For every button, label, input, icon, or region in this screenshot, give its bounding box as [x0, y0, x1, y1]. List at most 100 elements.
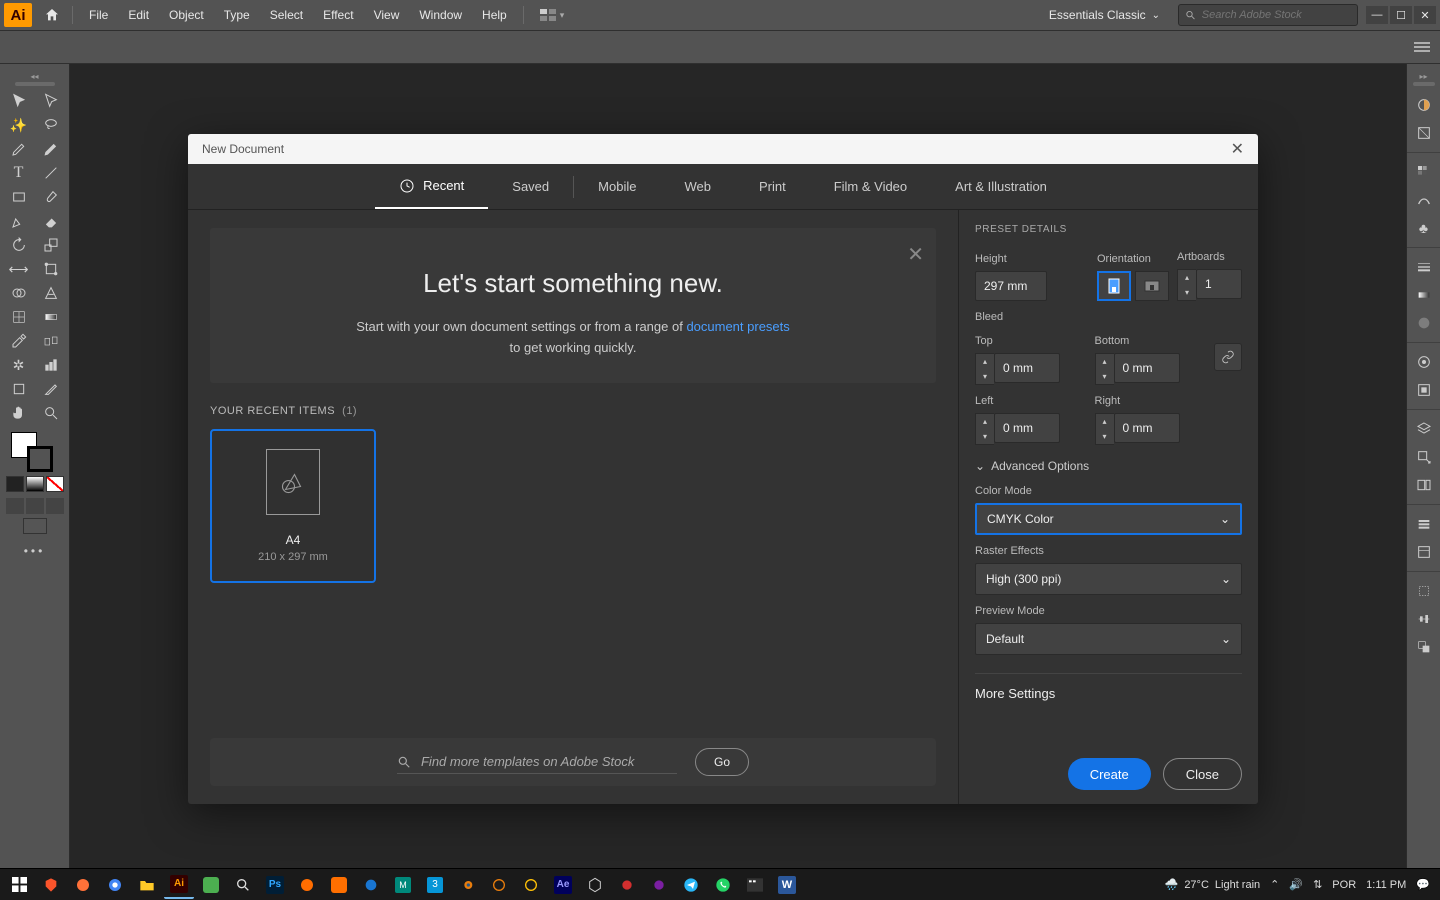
- bleed-left-input[interactable]: ▴▾0 mm: [975, 413, 1083, 445]
- tab-mobile[interactable]: Mobile: [574, 164, 660, 209]
- raster-effects-dropdown[interactable]: High (300 ppi) ⌄: [975, 563, 1242, 595]
- menu-select[interactable]: Select: [260, 0, 313, 30]
- screen-mode[interactable]: [23, 518, 47, 534]
- line-tool[interactable]: [36, 162, 66, 184]
- type-tool[interactable]: T: [4, 162, 34, 184]
- taskbar-app-generic-green[interactable]: [196, 871, 226, 899]
- stock-search-placeholder[interactable]: Find more templates on Adobe Stock: [421, 754, 634, 769]
- bleed-top-input[interactable]: ▴▾0 mm: [975, 353, 1083, 385]
- taskbar-app-generic-hex[interactable]: [580, 871, 610, 899]
- taskbar-app-photoshop[interactable]: Ps: [260, 871, 290, 899]
- taskbar-app-substance[interactable]: [484, 871, 514, 899]
- orientation-portrait[interactable]: [1097, 271, 1131, 301]
- tab-saved[interactable]: Saved: [488, 164, 573, 209]
- taskbar-app-generic-dark[interactable]: [516, 871, 546, 899]
- selection-tool[interactable]: [4, 90, 34, 112]
- advanced-options-toggle[interactable]: ⌄ Advanced Options: [975, 459, 1242, 473]
- artboards-stepper[interactable]: ▴▾ 1: [1177, 269, 1242, 301]
- artboards-value[interactable]: 1: [1196, 269, 1242, 299]
- toolbox-collapse-icon[interactable]: ◂◂: [29, 72, 41, 78]
- shape-builder-tool[interactable]: [4, 282, 34, 304]
- tab-film-video[interactable]: Film & Video: [810, 164, 931, 209]
- pathfinder-panel-icon[interactable]: [1411, 636, 1437, 658]
- height-input[interactable]: 297 mm: [975, 271, 1047, 301]
- curvature-tool[interactable]: [36, 138, 66, 160]
- tab-web[interactable]: Web: [660, 164, 735, 209]
- arrange-docs-icon[interactable]: ▾: [530, 0, 575, 30]
- taskbar-app-brave[interactable]: [36, 871, 66, 899]
- scale-tool[interactable]: [36, 234, 66, 256]
- graphic-styles-panel-icon[interactable]: [1411, 379, 1437, 401]
- menu-edit[interactable]: Edit: [118, 0, 159, 30]
- bleed-bottom-input[interactable]: ▴▾0 mm: [1095, 353, 1203, 385]
- color-mode-solid[interactable]: [6, 476, 24, 492]
- preset-card-a4[interactable]: A4 210 x 297 mm: [210, 429, 376, 583]
- hero-close-button[interactable]: ✕: [907, 242, 924, 267]
- symbol-sprayer-tool[interactable]: ✲: [4, 354, 34, 376]
- start-button[interactable]: [4, 871, 34, 899]
- taskbar-app-word[interactable]: W: [772, 871, 802, 899]
- color-mode-gradient[interactable]: [26, 476, 44, 492]
- tray-chevron-icon[interactable]: ⌃: [1270, 878, 1279, 891]
- lasso-tool[interactable]: [36, 114, 66, 136]
- swatches-panel-icon[interactable]: [1411, 161, 1437, 183]
- dock-grip[interactable]: [1413, 82, 1435, 86]
- taskbar-app-whatsapp[interactable]: [708, 871, 738, 899]
- taskbar-app-illustrator[interactable]: Ai: [164, 871, 194, 899]
- taskbar-app-firefox[interactable]: [68, 871, 98, 899]
- tray-network-icon[interactable]: ⇅: [1313, 878, 1322, 891]
- search-stock-input[interactable]: [1202, 9, 1351, 21]
- menu-type[interactable]: Type: [214, 0, 260, 30]
- menu-view[interactable]: View: [364, 0, 410, 30]
- weather-widget[interactable]: 🌧️ 27°C Light rain: [1165, 878, 1261, 891]
- panel-menu-icon[interactable]: [1410, 35, 1434, 59]
- home-button[interactable]: [38, 3, 66, 27]
- tray-clock[interactable]: 1:11 PM: [1366, 879, 1406, 891]
- draw-inside[interactable]: [46, 498, 64, 514]
- tab-art-illustration[interactable]: Art & Illustration: [931, 164, 1071, 209]
- step-down-icon[interactable]: ▾: [1178, 285, 1196, 300]
- width-tool[interactable]: ⟷: [4, 258, 34, 280]
- step-up-icon[interactable]: ▴: [1178, 270, 1196, 285]
- gradient-panel-icon[interactable]: [1411, 284, 1437, 306]
- mesh-tool[interactable]: [4, 306, 34, 328]
- magic-wand-tool[interactable]: ✨: [4, 114, 34, 136]
- direct-selection-tool[interactable]: [36, 90, 66, 112]
- color-mode-dropdown[interactable]: CMYK Color ⌄: [975, 503, 1242, 535]
- workspace-dropdown[interactable]: Essentials Classic ⌄: [1039, 8, 1170, 22]
- blend-tool[interactable]: [36, 330, 66, 352]
- hand-tool[interactable]: [4, 402, 34, 424]
- taskbar-app-3dsmax[interactable]: 3: [420, 871, 450, 899]
- edit-toolbar-button[interactable]: •••: [24, 544, 46, 558]
- tab-print[interactable]: Print: [735, 164, 810, 209]
- taskbar-app-blender[interactable]: [452, 871, 482, 899]
- fill-stroke-swatches[interactable]: [7, 430, 63, 470]
- eyedropper-tool[interactable]: [4, 330, 34, 352]
- zoom-tool[interactable]: [36, 402, 66, 424]
- rectangle-tool[interactable]: [4, 186, 34, 208]
- tray-volume-icon[interactable]: 🔊: [1289, 878, 1303, 891]
- column-graph-tool[interactable]: [36, 354, 66, 376]
- dialog-titlebar[interactable]: New Document ✕: [188, 134, 1258, 164]
- gradient-tool[interactable]: [36, 306, 66, 328]
- taskbar-app-chrome[interactable]: [100, 871, 130, 899]
- taskbar-app-generic-teal[interactable]: M: [388, 871, 418, 899]
- eraser-tool[interactable]: [36, 210, 66, 232]
- asset-export-panel-icon[interactable]: [1411, 446, 1437, 468]
- taskbar-app-generic-red[interactable]: [612, 871, 642, 899]
- taskbar-app-aftereffects[interactable]: Ae: [548, 871, 578, 899]
- taskbar-app-explorer[interactable]: [132, 871, 162, 899]
- taskbar-app-houdini[interactable]: [292, 871, 322, 899]
- taskbar-app-media[interactable]: [740, 871, 770, 899]
- slice-tool[interactable]: [36, 378, 66, 400]
- tray-language[interactable]: POR: [1332, 879, 1356, 891]
- pen-tool[interactable]: [4, 138, 34, 160]
- align-panel-icon[interactable]: [1411, 608, 1437, 630]
- more-settings-link[interactable]: More Settings: [975, 686, 1242, 701]
- color-guide-panel-icon[interactable]: [1411, 122, 1437, 144]
- draw-behind[interactable]: [26, 498, 44, 514]
- transform-panel-icon[interactable]: [1411, 580, 1437, 602]
- go-button[interactable]: Go: [695, 748, 749, 776]
- window-minimize[interactable]: —: [1366, 6, 1388, 24]
- dialog-close-button[interactable]: ✕: [1231, 139, 1244, 159]
